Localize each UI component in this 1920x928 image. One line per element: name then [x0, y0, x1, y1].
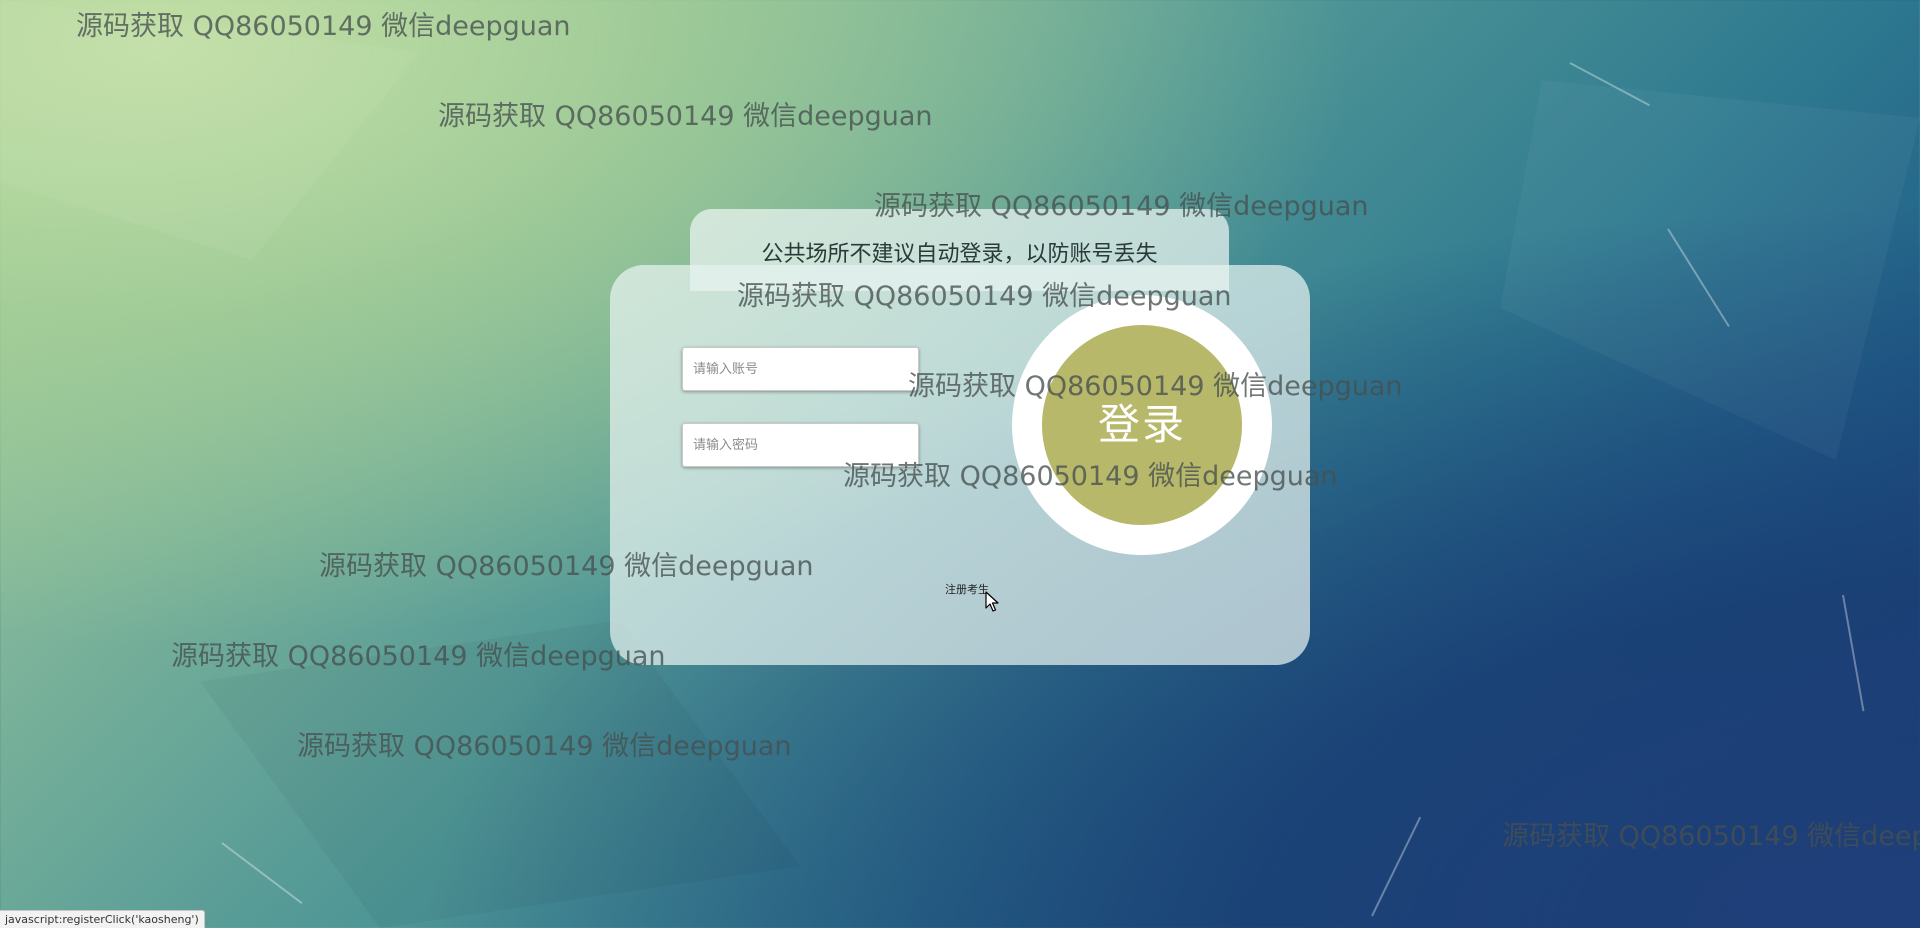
background-facet — [200, 620, 800, 928]
browser-status-bar: javascript:registerClick('kaosheng') — [0, 910, 205, 928]
login-card: 登录 注册考生 — [610, 265, 1310, 665]
login-button-ring: 登录 — [1012, 295, 1272, 555]
background-facet — [0, 0, 420, 260]
username-input[interactable] — [682, 347, 919, 391]
auto-login-notice: 公共场所不建议自动登录，以防账号丢失 — [761, 242, 1158, 267]
password-input[interactable] — [682, 423, 919, 467]
decorative-line — [1842, 594, 1865, 712]
register-student-link[interactable]: 注册考生 — [945, 581, 989, 597]
watermark-text: 源码获取 QQ86050149 微信deepguan — [438, 101, 933, 132]
background-facet — [1500, 80, 1920, 460]
watermark-text: 源码获取 QQ86050149 微信deepguan — [1502, 821, 1920, 852]
decorative-line — [221, 842, 303, 904]
login-button[interactable]: 登录 — [1042, 325, 1242, 525]
decorative-line — [1371, 816, 1422, 917]
pointer-cursor-icon — [985, 591, 999, 612]
